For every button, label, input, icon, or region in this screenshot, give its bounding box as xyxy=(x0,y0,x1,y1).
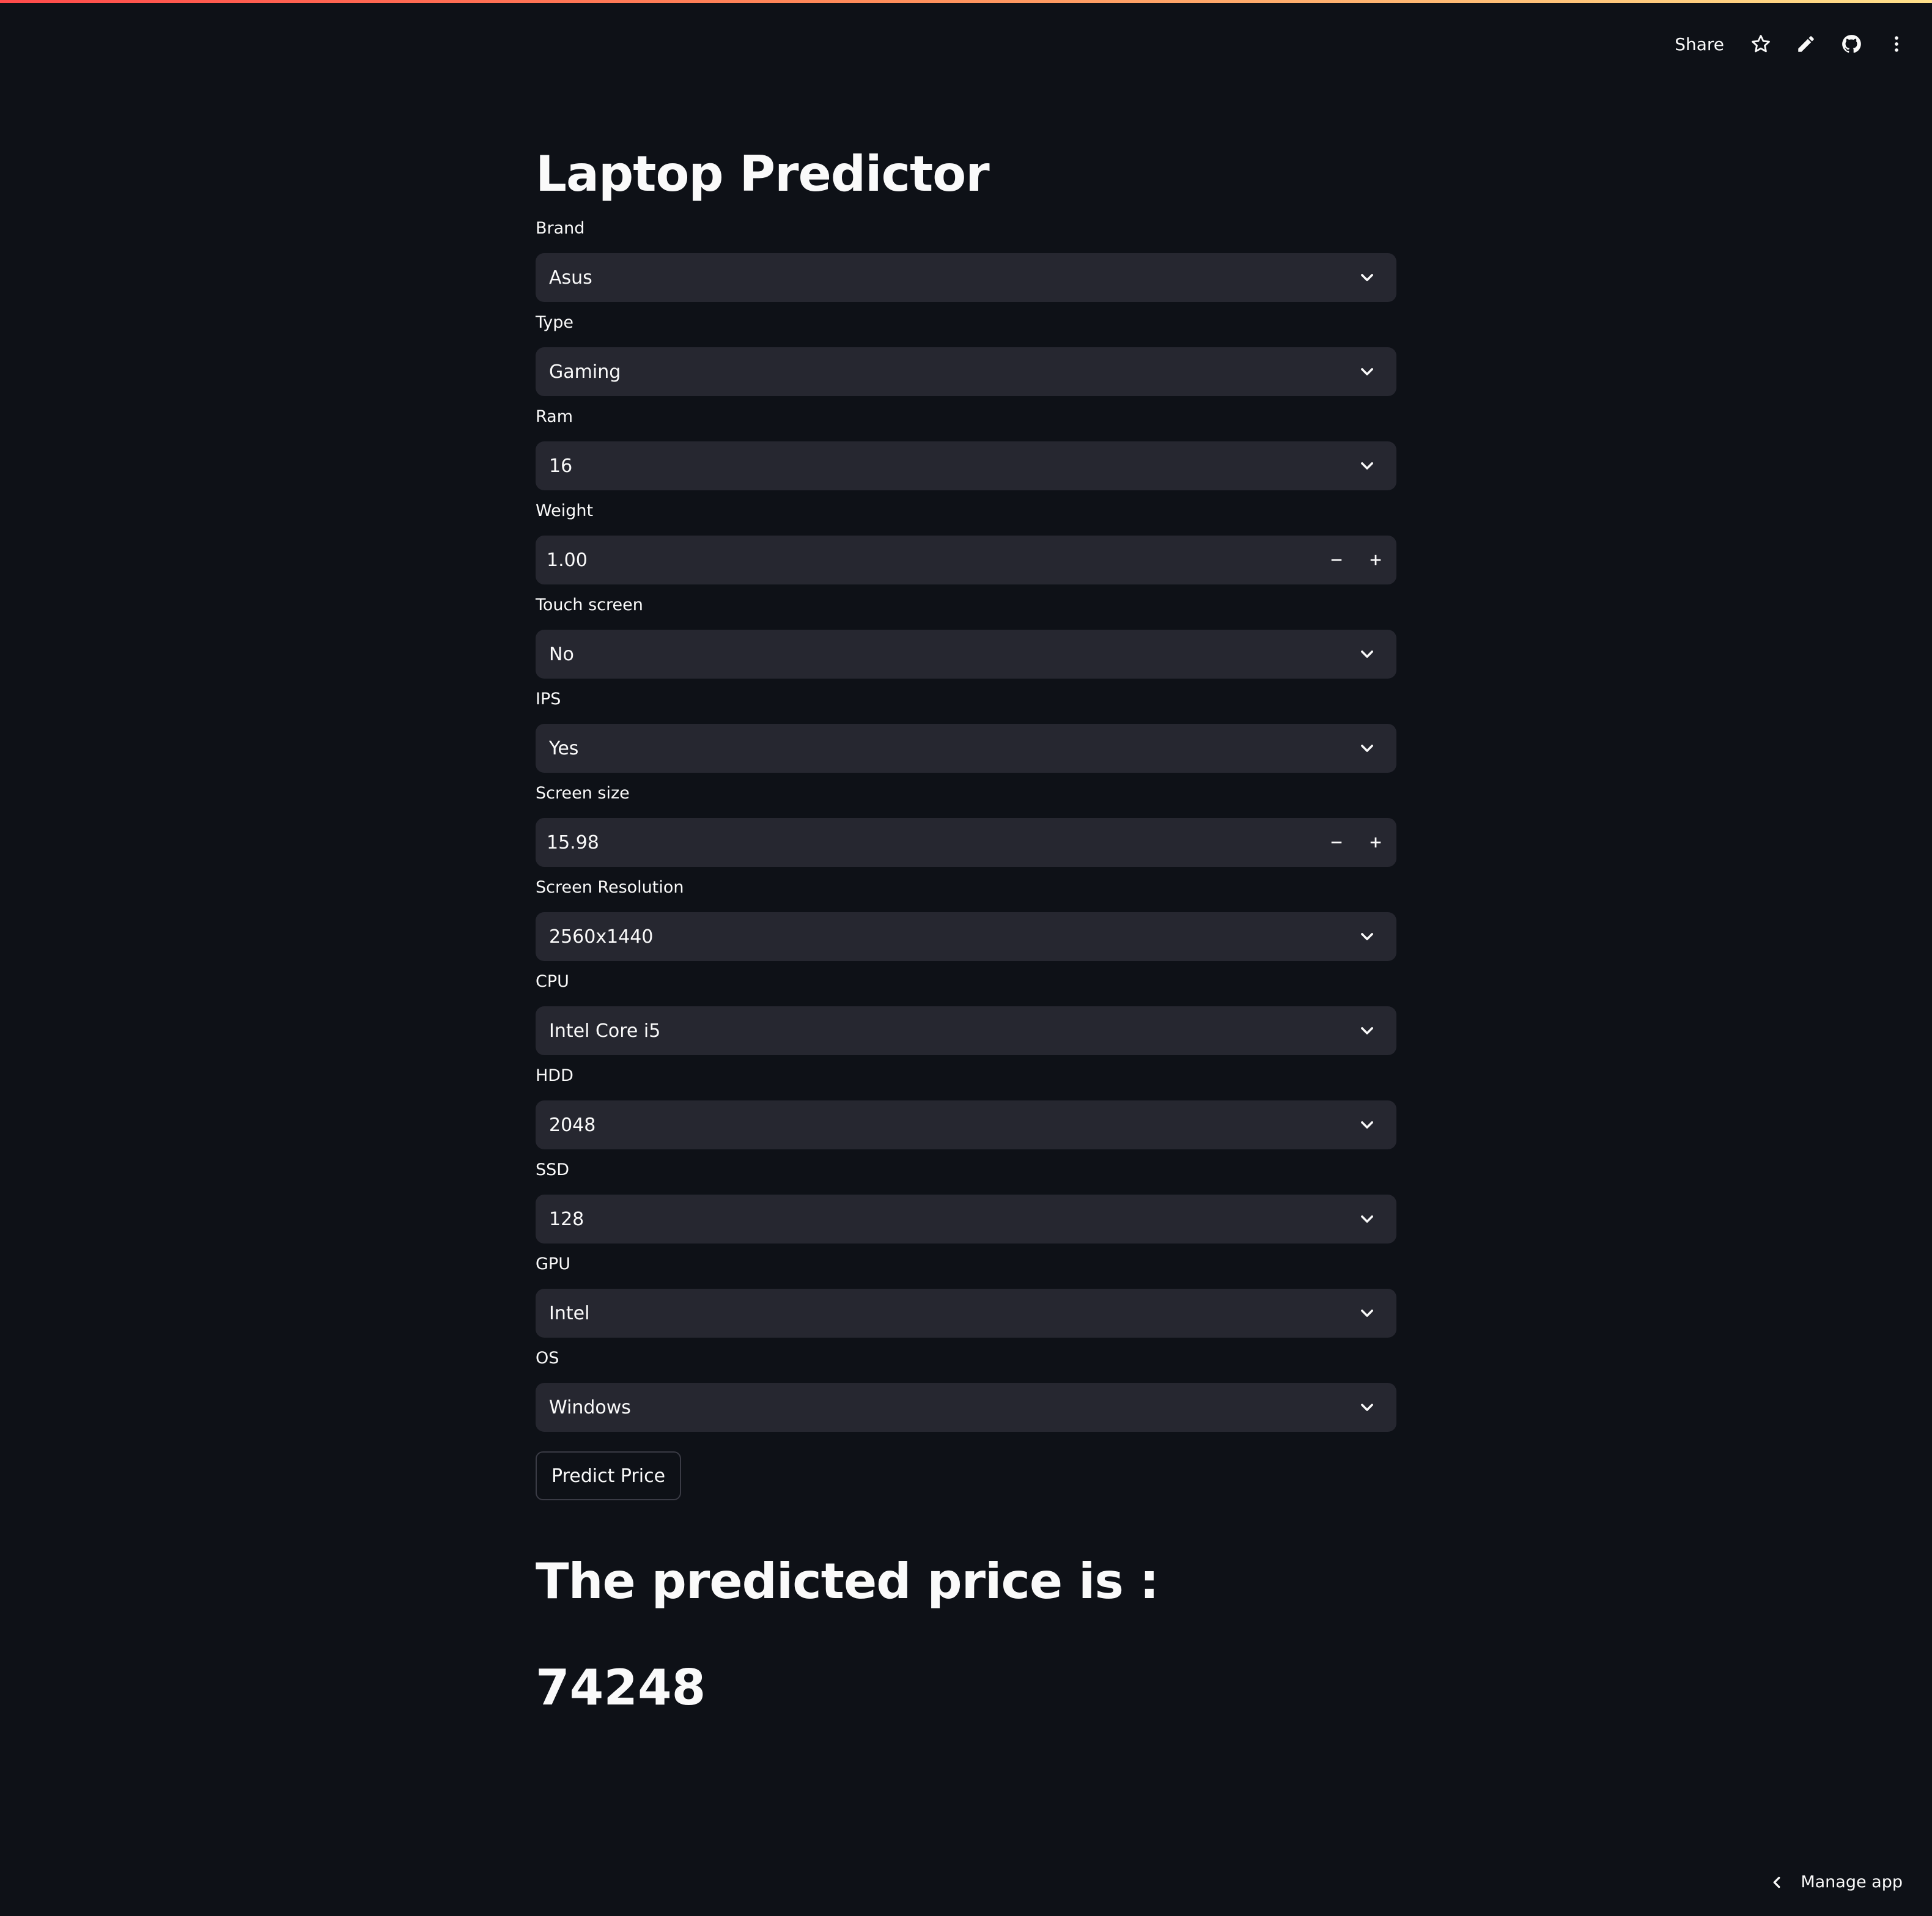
github-icon[interactable] xyxy=(1840,33,1862,55)
weight-number-input xyxy=(536,536,1396,584)
ssd-label: SSD xyxy=(536,1160,570,1179)
chevron-down-icon xyxy=(1355,359,1379,384)
ram-selected-value: 16 xyxy=(549,455,573,477)
type-field: Type Gaming xyxy=(536,311,1396,396)
brand-selected-value: Asus xyxy=(549,267,592,289)
gpu-field: GPU Intel xyxy=(536,1252,1396,1338)
type-label: Type xyxy=(536,313,574,332)
chevron-down-icon xyxy=(1355,1301,1379,1325)
ssd-selected-value: 128 xyxy=(549,1208,584,1230)
chevron-down-icon xyxy=(1355,642,1379,666)
screen-resolution-label: Screen Resolution xyxy=(536,878,684,897)
chevron-down-icon xyxy=(1355,1019,1379,1043)
share-button[interactable]: Share xyxy=(1675,34,1724,54)
touch-screen-selected-value: No xyxy=(549,643,574,665)
chevron-down-icon xyxy=(1355,1207,1379,1231)
chevron-down-icon xyxy=(1355,736,1379,761)
touch-screen-field: Touch screen No xyxy=(536,593,1396,679)
weight-increment-button[interactable] xyxy=(1356,537,1395,583)
cpu-field: CPU Intel Core i5 xyxy=(536,970,1396,1055)
hdd-label: HDD xyxy=(536,1066,573,1085)
ssd-field: SSD 128 xyxy=(536,1158,1396,1244)
screen-size-decrement-button[interactable] xyxy=(1317,819,1356,866)
predict-price-button[interactable]: Predict Price xyxy=(536,1451,682,1500)
manage-app-label: Manage app xyxy=(1801,1873,1903,1892)
weight-decrement-button[interactable] xyxy=(1317,537,1356,583)
result-heading: The predicted price is : xyxy=(536,1553,1159,1610)
weight-label: Weight xyxy=(536,501,594,520)
weight-field: Weight xyxy=(536,499,1396,584)
ips-selected-value: Yes xyxy=(549,737,579,759)
header-toolbar: Share xyxy=(1675,27,1908,61)
os-field: OS Windows xyxy=(536,1346,1396,1432)
brand-field: Brand Asus xyxy=(536,216,1396,302)
more-vertical-icon[interactable] xyxy=(1886,33,1908,55)
gpu-select[interactable]: Intel xyxy=(536,1289,1396,1338)
ips-label: IPS xyxy=(536,690,561,709)
chevron-left-icon xyxy=(1773,1876,1780,1888)
predicted-price-value: 74248 xyxy=(536,1659,706,1716)
chevron-down-icon xyxy=(1355,1395,1379,1420)
weight-input[interactable] xyxy=(537,536,1317,584)
screen-resolution-field: Screen Resolution 2560x1440 xyxy=(536,875,1396,961)
screen-resolution-selected-value: 2560x1440 xyxy=(549,926,654,948)
page-title: Laptop Predictor xyxy=(536,146,990,202)
ips-field: IPS Yes xyxy=(536,687,1396,773)
star-icon[interactable] xyxy=(1750,33,1772,55)
chevron-down-icon xyxy=(1355,265,1379,290)
screen-size-field: Screen size xyxy=(536,781,1396,867)
screen-size-label: Screen size xyxy=(536,784,630,803)
ram-select[interactable]: 16 xyxy=(536,441,1396,490)
os-selected-value: Windows xyxy=(549,1396,631,1418)
chevron-down-icon xyxy=(1355,454,1379,478)
touch-screen-label: Touch screen xyxy=(536,595,643,614)
ips-select[interactable]: Yes xyxy=(536,724,1396,773)
os-label: OS xyxy=(536,1349,559,1368)
main-content: Laptop Predictor Brand Asus Type Gaming … xyxy=(536,141,1396,1722)
brand-select[interactable]: Asus xyxy=(536,253,1396,302)
hdd-field: HDD 2048 xyxy=(536,1064,1396,1149)
hdd-select[interactable]: 2048 xyxy=(536,1100,1396,1149)
cpu-selected-value: Intel Core i5 xyxy=(549,1020,661,1042)
gpu-label: GPU xyxy=(536,1255,570,1273)
touch-screen-select[interactable]: No xyxy=(536,630,1396,679)
screen-size-increment-button[interactable] xyxy=(1356,819,1395,866)
top-accent-bar xyxy=(0,0,1932,3)
gpu-selected-value: Intel xyxy=(549,1302,590,1324)
cpu-select[interactable]: Intel Core i5 xyxy=(536,1006,1396,1055)
ssd-select[interactable]: 128 xyxy=(536,1195,1396,1244)
cpu-label: CPU xyxy=(536,972,569,991)
ram-field: Ram 16 xyxy=(536,405,1396,490)
brand-label: Brand xyxy=(536,219,585,238)
screen-size-input[interactable] xyxy=(537,819,1317,866)
screen-size-number-input xyxy=(536,818,1396,867)
os-select[interactable]: Windows xyxy=(536,1383,1396,1432)
chevron-down-icon xyxy=(1355,1113,1379,1137)
type-selected-value: Gaming xyxy=(549,361,621,383)
hdd-selected-value: 2048 xyxy=(549,1114,596,1136)
screen-resolution-select[interactable]: 2560x1440 xyxy=(536,912,1396,961)
chevron-down-icon xyxy=(1355,924,1379,949)
pencil-icon[interactable] xyxy=(1795,33,1817,55)
ram-label: Ram xyxy=(536,407,573,426)
manage-app-button[interactable]: Manage app xyxy=(1769,1873,1903,1892)
type-select[interactable]: Gaming xyxy=(536,347,1396,396)
